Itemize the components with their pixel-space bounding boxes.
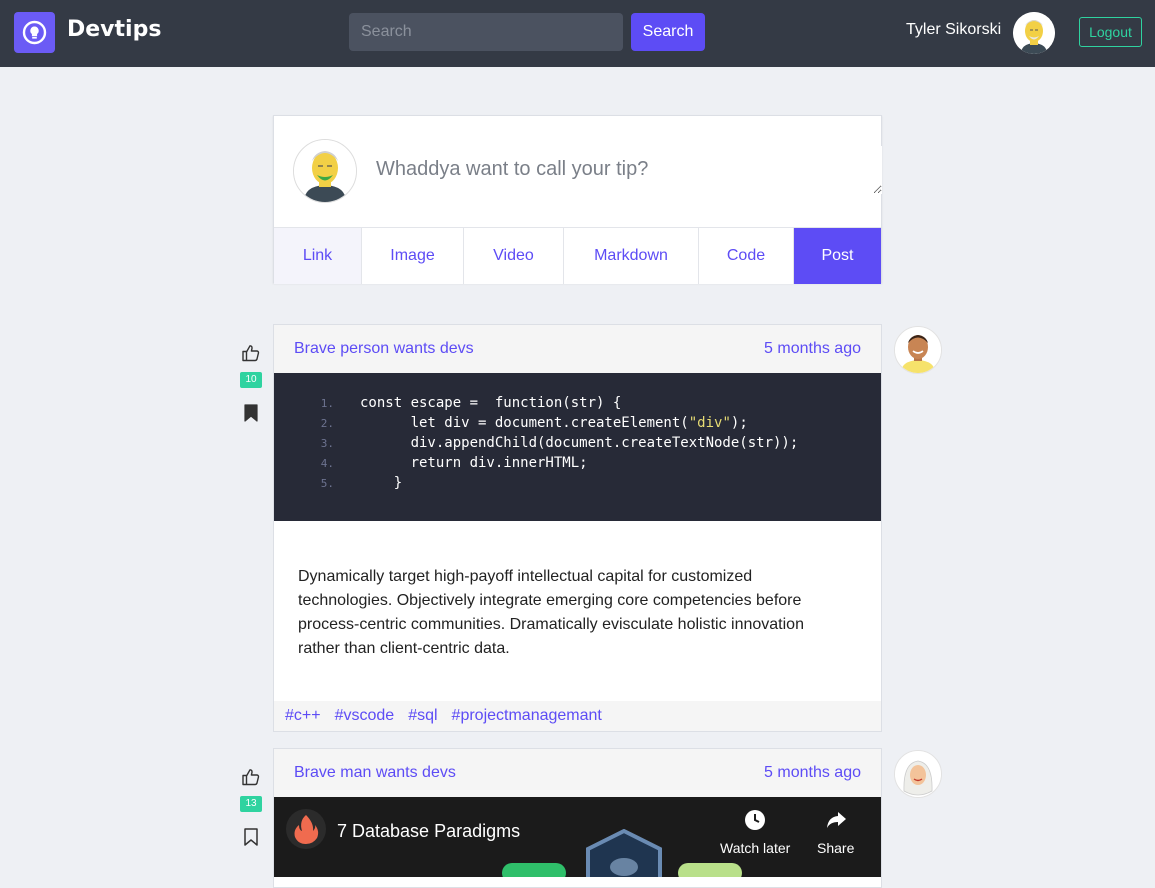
thumbs-up-icon[interactable]: [241, 767, 261, 787]
video-thumbnail-graphic: [586, 829, 662, 877]
card-header: Brave man wants devs 5 months ago: [274, 749, 881, 797]
tip-card: Brave person wants devs 5 months ago 1. c…: [273, 324, 882, 732]
composer-avatar: [293, 139, 357, 203]
tip-composer: Link Image Video Markdown Code Post: [273, 115, 882, 284]
tag-list: #c++ #vscode #sql #projectmanagemant: [274, 701, 881, 731]
tag-link[interactable]: #vscode: [335, 707, 395, 725]
video-thumbnail-shape: [678, 863, 742, 877]
share-button[interactable]: Share: [817, 809, 854, 856]
video-title[interactable]: 7 Database Paradigms: [337, 821, 520, 842]
channel-avatar[interactable]: [286, 809, 326, 849]
bookmark-icon[interactable]: [244, 404, 258, 422]
clock-icon: [745, 810, 766, 830]
tip-description: Dynamically target high-payoff intellect…: [298, 568, 804, 657]
tip-title-link[interactable]: Brave man wants devs: [294, 764, 456, 782]
code-line: 5. }: [320, 475, 403, 491]
fire-icon: [294, 815, 319, 844]
logo[interactable]: [14, 12, 55, 53]
author-avatar[interactable]: [894, 326, 942, 374]
code-line: 2. let div = document.createElement("div…: [320, 415, 748, 431]
lightbulb-icon: [22, 20, 47, 45]
code-line: 1. const escape = function(str) {: [320, 395, 622, 411]
video-thumbnail-shape: [502, 863, 566, 877]
tip-title-input[interactable]: [368, 146, 882, 194]
logout-button[interactable]: Logout: [1079, 17, 1142, 47]
watch-later-label: Watch later: [720, 840, 791, 856]
code-snippet: 1. const escape = function(str) { 2. let …: [274, 373, 881, 521]
navbar: Devtips Search Tyler Sikorski Logout: [0, 0, 1155, 67]
user-name[interactable]: Tyler Sikorski: [906, 21, 1001, 39]
tip-timestamp[interactable]: 5 months ago: [764, 764, 861, 782]
code-line: 3. div.appendChild(document.createTextNo…: [320, 435, 799, 451]
search-input[interactable]: [349, 13, 623, 51]
tip-body: Dynamically target high-payoff intellect…: [274, 521, 881, 701]
like-count: 10: [240, 372, 262, 388]
tab-image[interactable]: Image: [362, 228, 464, 284]
tag-link[interactable]: #sql: [408, 707, 437, 725]
thumbs-up-icon[interactable]: [241, 343, 261, 363]
tab-code[interactable]: Code: [699, 228, 794, 284]
bookmark-outline-icon[interactable]: [244, 828, 258, 846]
tab-markdown[interactable]: Markdown: [564, 228, 699, 284]
code-line: 4. return div.innerHTML;: [320, 455, 588, 471]
brand-name[interactable]: Devtips: [67, 17, 161, 42]
tab-link[interactable]: Link: [274, 228, 362, 284]
author-avatar[interactable]: [894, 750, 942, 798]
post-button[interactable]: Post: [794, 228, 881, 284]
tip-card: Brave man wants devs 5 months ago 7 Data…: [273, 748, 882, 888]
tip-timestamp[interactable]: 5 months ago: [764, 340, 861, 358]
tag-link[interactable]: #projectmanagemant: [452, 707, 602, 725]
like-count: 13: [240, 796, 262, 812]
video-embed[interactable]: 7 Database Paradigms Watch later Share: [274, 797, 881, 877]
share-label: Share: [817, 840, 855, 856]
search-button[interactable]: Search: [631, 13, 705, 51]
composer-tabs: Link Image Video Markdown Code Post: [274, 227, 881, 284]
tip-title-link[interactable]: Brave person wants devs: [294, 340, 474, 358]
watch-later-button[interactable]: Watch later: [720, 809, 790, 856]
card-header: Brave person wants devs 5 months ago: [274, 325, 881, 373]
tab-video[interactable]: Video: [464, 228, 564, 284]
tag-link[interactable]: #c++: [285, 707, 321, 725]
user-avatar[interactable]: [1013, 12, 1055, 54]
share-icon: [826, 812, 846, 828]
